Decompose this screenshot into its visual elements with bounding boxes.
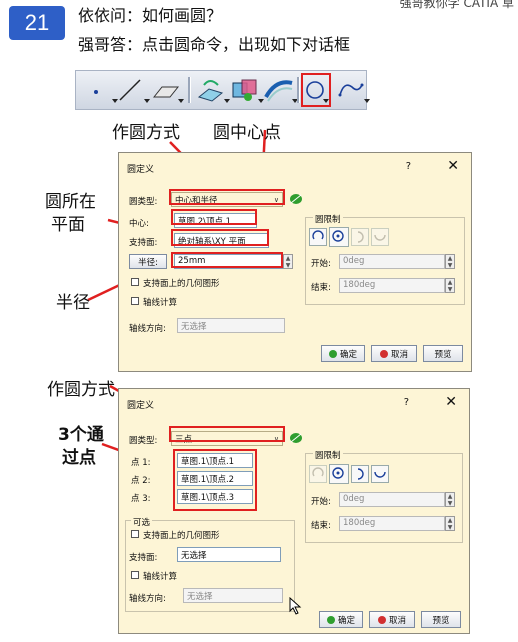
support-label: 支持面: xyxy=(129,553,158,563)
axis-compute-checkbox[interactable] xyxy=(131,571,139,579)
point3-label: 点 3: xyxy=(131,494,151,504)
complement-circle-icon[interactable] xyxy=(371,465,389,483)
annotation-three-points-line1: 3个通 xyxy=(58,425,104,445)
cancel-icon xyxy=(377,615,386,624)
support-highlight-box xyxy=(171,229,269,246)
ok-icon xyxy=(328,349,337,358)
axis-direction-label: 轴线方向: xyxy=(129,324,166,334)
annotation-three-points-line2: 过点 xyxy=(62,448,96,468)
preview-button[interactable]: 预览 xyxy=(423,345,463,362)
trim-circle-icon[interactable] xyxy=(351,228,369,246)
radius-button[interactable]: 半径: xyxy=(129,254,167,269)
end-label: 结束: xyxy=(311,521,331,531)
dialog-titlebar: 圆定义 ? ✕ xyxy=(119,389,469,417)
axis-compute-checkbox[interactable] xyxy=(131,297,139,305)
help-icon[interactable]: ? xyxy=(404,397,409,408)
end-spinner[interactable]: ▲ ▼ xyxy=(445,278,455,293)
point2-field[interactable]: 草图.1\顶点.2 xyxy=(177,471,253,486)
ok-button[interactable]: 确定 xyxy=(319,611,363,628)
annotation-plane-line1: 圆所在 xyxy=(45,192,96,212)
leaf-icon[interactable] xyxy=(289,432,303,444)
circle-limits-label: 圆限制 xyxy=(313,213,343,225)
axis-direction-field[interactable]: 无选择 xyxy=(183,588,283,603)
geom-on-support-checkbox[interactable] xyxy=(131,530,139,538)
circle-type-label: 圆类型: xyxy=(129,436,158,446)
geom-on-support-checkbox[interactable] xyxy=(131,278,139,286)
end-field[interactable]: 180deg xyxy=(339,278,445,293)
full-circle-icon[interactable] xyxy=(329,227,349,247)
axis-compute-label: 轴线计算 xyxy=(143,298,178,308)
type-highlight-box xyxy=(169,189,285,205)
help-icon[interactable]: ? xyxy=(406,161,411,172)
start-label: 开始: xyxy=(311,259,331,269)
complement-circle-icon[interactable] xyxy=(371,228,389,246)
start-spinner[interactable]: ▲ ▼ xyxy=(445,492,455,507)
support-label: 支持面: xyxy=(129,238,158,248)
end-field[interactable]: 180deg xyxy=(339,516,445,531)
point3-field[interactable]: 草图.1\顶点.3 xyxy=(177,489,253,504)
axis-compute-label: 轴线计算 xyxy=(143,572,178,582)
geom-on-support-label: 支持面上的几何图形 xyxy=(143,531,220,541)
part-arc-icon[interactable] xyxy=(309,465,327,483)
annotation-plane-line2: 平面 xyxy=(51,215,85,235)
end-label: 结束: xyxy=(311,283,331,293)
annotation-circle-type: 作圆方式 xyxy=(112,123,180,143)
geom-on-support-label: 支持面上的几何图形 xyxy=(143,279,220,289)
part-arc-icon[interactable] xyxy=(309,228,327,246)
optional-label: 可选 xyxy=(131,516,153,528)
radius-spinner[interactable]: ▲ ▼ xyxy=(283,254,293,269)
dialog-title: 圆定义 xyxy=(127,165,155,175)
start-field[interactable]: 0deg xyxy=(339,254,445,269)
ok-button[interactable]: 确定 xyxy=(321,345,365,362)
cancel-button[interactable]: 取消 xyxy=(371,345,417,362)
cancel-icon xyxy=(379,349,388,358)
end-spinner[interactable]: ▲ ▼ xyxy=(445,516,455,531)
full-circle-icon[interactable] xyxy=(329,464,349,484)
mouse-cursor-icon xyxy=(289,597,302,615)
annotation-circle-center: 圆中心点 xyxy=(213,123,281,143)
close-icon[interactable]: ✕ xyxy=(445,394,457,410)
close-icon[interactable]: ✕ xyxy=(447,158,459,174)
type-highlight-box-2 xyxy=(169,426,285,442)
ok-icon xyxy=(326,615,335,624)
trim-circle-icon[interactable] xyxy=(351,465,369,483)
circle-type-label: 圆类型: xyxy=(129,197,158,207)
leaf-icon[interactable] xyxy=(289,193,303,205)
point1-label: 点 1: xyxy=(131,458,151,468)
center-highlight-box xyxy=(171,209,257,225)
circle-limits-label: 圆限制 xyxy=(313,449,343,461)
center-label: 中心: xyxy=(129,219,149,229)
radius-highlight-box xyxy=(171,252,283,268)
start-spinner[interactable]: ▲ ▼ xyxy=(445,254,455,269)
axis-direction-field[interactable]: 无选择 xyxy=(177,318,285,333)
annotation-radius: 半径 xyxy=(56,293,90,313)
start-label: 开始: xyxy=(311,497,331,507)
point1-field[interactable]: 草图.1\顶点.1 xyxy=(177,453,253,468)
point2-label: 点 2: xyxy=(131,476,151,486)
annotation-circle-type-2: 作圆方式 xyxy=(47,380,115,400)
dialog-title: 圆定义 xyxy=(127,401,155,411)
axis-direction-label: 轴线方向: xyxy=(129,594,166,604)
cancel-button[interactable]: 取消 xyxy=(369,611,415,628)
circle-definition-dialog-2: 圆定义 ? ✕ 圆类型: 三点 ∨ 点 1: 草图.1\顶点.1 点 2: 草图.… xyxy=(118,388,470,634)
support-field[interactable]: 无选择 xyxy=(177,547,281,562)
preview-button[interactable]: 预览 xyxy=(421,611,461,628)
dialog-titlebar: 圆定义 ? ✕ xyxy=(119,153,471,181)
start-field[interactable]: 0deg xyxy=(339,492,445,507)
